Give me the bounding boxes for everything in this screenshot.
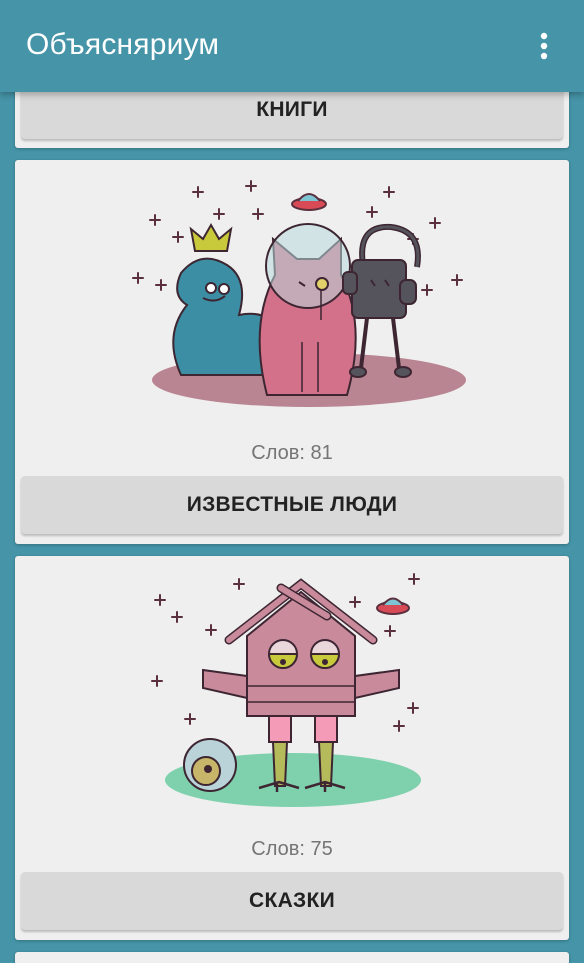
word-count: Слов: 75 (251, 838, 333, 860)
category-card-next (15, 952, 569, 963)
app-title: Объясняриум (26, 28, 220, 61)
category-button-fairy-tales[interactable]: СКАЗКИ (21, 872, 563, 930)
more-vert-icon (540, 32, 548, 60)
category-card-famous-people: Слов: 81 ИЗВЕСТНЫЕ ЛЮДИ (15, 160, 569, 544)
app-bar: Объясняриум (0, 0, 584, 92)
overflow-menu-button[interactable] (524, 26, 564, 66)
famous-people-illustration (132, 180, 466, 407)
word-count: Слов: 81 (251, 442, 333, 464)
category-button-famous-people[interactable]: ИЗВЕСТНЫЕ ЛЮДИ (21, 476, 563, 534)
category-card-fairy-tales: Слов: 75 СКАЗКИ (15, 556, 569, 940)
fairy-tales-illustration (151, 573, 421, 807)
